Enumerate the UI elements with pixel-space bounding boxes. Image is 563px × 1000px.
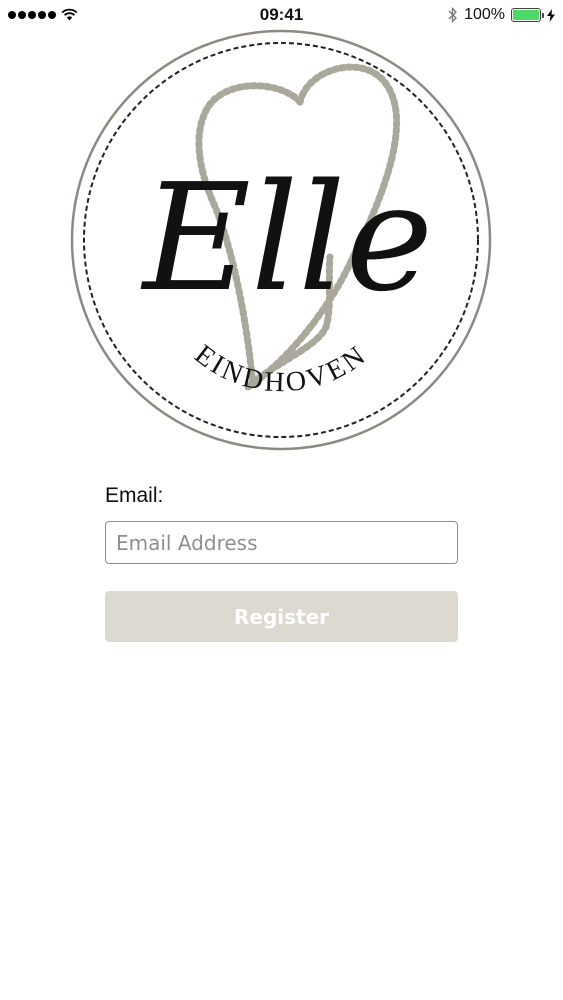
- status-right: 100%: [448, 6, 555, 24]
- battery-icon: [511, 8, 544, 22]
- elle-eindhoven-logo: Elle EINDHOVEN: [70, 29, 492, 451]
- register-form: Email: Register: [105, 484, 458, 642]
- logo-city-text: EINDHOVEN: [189, 339, 374, 399]
- battery-percent: 100%: [464, 6, 505, 23]
- status-bar: 09:41 100%: [0, 0, 563, 30]
- charging-icon: [547, 8, 555, 22]
- register-button[interactable]: Register: [105, 591, 458, 642]
- logo-city-text-path: EINDHOVEN: [189, 339, 371, 399]
- logo-script-text: Elle: [140, 152, 433, 324]
- bluetooth-icon: [448, 7, 457, 23]
- battery-level: [513, 10, 539, 20]
- email-input[interactable]: [105, 521, 458, 564]
- email-label: Email:: [105, 484, 164, 507]
